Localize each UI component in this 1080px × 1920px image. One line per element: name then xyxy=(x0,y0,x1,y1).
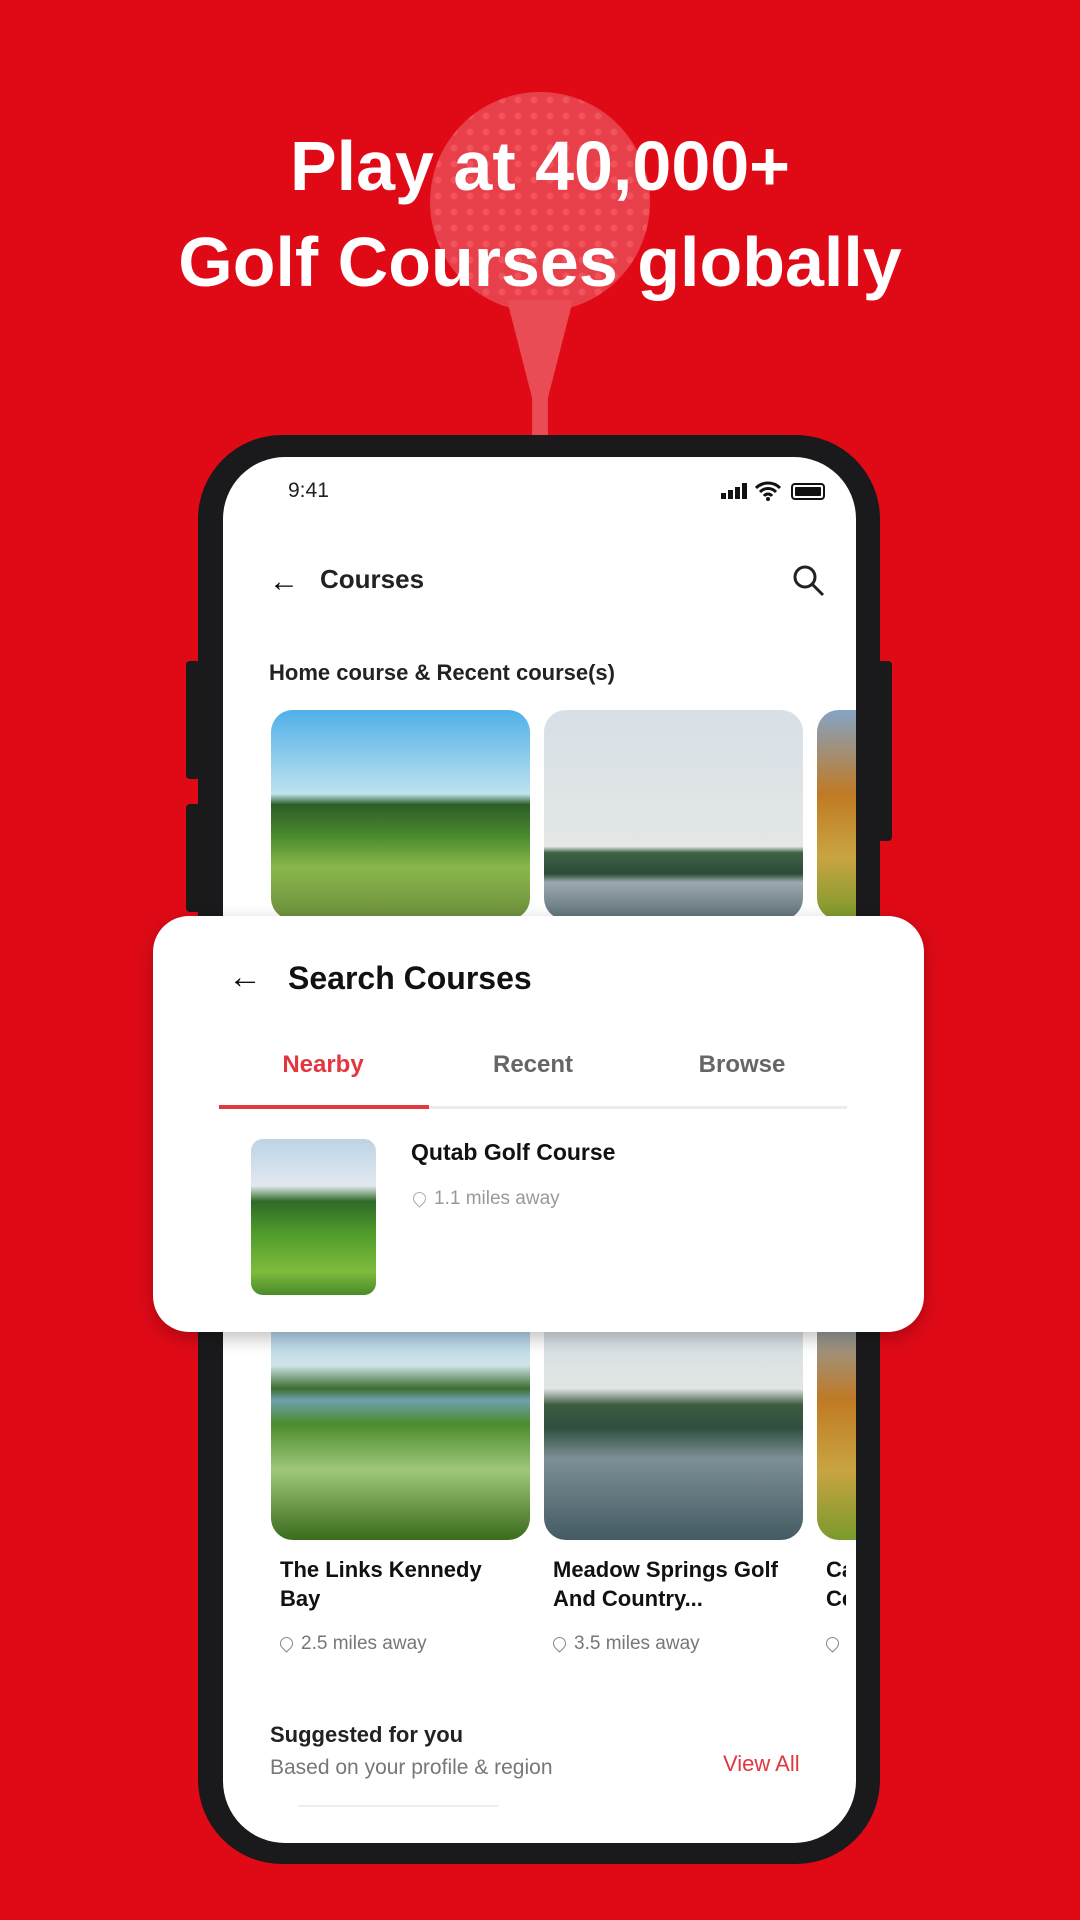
suggested-subtitle: Based on your profile & region xyxy=(270,1756,553,1779)
course-card-image[interactable] xyxy=(544,1307,803,1540)
location-pin-icon xyxy=(823,1634,842,1653)
location-pin-icon xyxy=(410,1189,429,1208)
tab-recent[interactable]: Recent xyxy=(433,1051,633,1079)
course-card-image[interactable] xyxy=(817,1307,856,1540)
course-distance: 2.5 miles away xyxy=(277,1633,427,1655)
course-name[interactable]: The Links Kennedy Bay xyxy=(280,1555,525,1613)
tab-browse[interactable]: Browse xyxy=(642,1051,842,1079)
result-course-name[interactable]: Qutab Golf Course xyxy=(411,1138,615,1167)
course-card-image[interactable] xyxy=(271,710,530,920)
headline-line-2: Golf Courses globally xyxy=(178,223,902,301)
course-distance xyxy=(823,1633,847,1655)
golf-tee-graphic xyxy=(507,300,573,440)
location-pin-icon xyxy=(550,1634,569,1653)
back-arrow-icon[interactable]: ← xyxy=(269,565,299,599)
view-all-link[interactable]: View All xyxy=(723,1751,800,1777)
suggested-title: Suggested for you xyxy=(270,1722,464,1747)
search-courses-card: ← Search Courses Nearby Recent Browse Qu… xyxy=(153,916,924,1332)
signal-icon xyxy=(721,483,749,499)
course-name[interactable]: Meadow Springs Golf And Country... xyxy=(553,1555,798,1613)
result-course-distance: 1.1 miles away xyxy=(410,1188,560,1210)
result-course-image[interactable] xyxy=(251,1139,376,1295)
search-courses-title: Search Courses xyxy=(288,960,532,996)
search-icon[interactable] xyxy=(791,563,827,604)
promo-headline: Play at 40,000+ Golf Courses globally xyxy=(0,118,1080,310)
section-title-home: Home course & Recent course(s) xyxy=(269,660,615,685)
headline-line-1: Play at 40,000+ xyxy=(289,127,791,205)
course-distance: 3.5 miles away xyxy=(550,1633,700,1655)
course-card-image[interactable] xyxy=(544,710,803,920)
divider xyxy=(298,1805,498,1807)
tab-nearby[interactable]: Nearby xyxy=(223,1051,423,1079)
wifi-icon xyxy=(754,481,782,506)
tab-active-indicator xyxy=(219,1105,429,1109)
course-name[interactable]: Ca Ce xyxy=(826,1555,846,1613)
location-pin-icon xyxy=(277,1634,296,1653)
course-card-image[interactable] xyxy=(271,1307,530,1540)
phone-power-button xyxy=(878,661,892,841)
status-time: 9:41 xyxy=(288,479,329,502)
page-title: Courses xyxy=(320,564,425,594)
battery-icon xyxy=(791,483,825,500)
course-card-image[interactable] xyxy=(817,710,856,920)
back-arrow-icon[interactable]: ← xyxy=(228,958,262,997)
